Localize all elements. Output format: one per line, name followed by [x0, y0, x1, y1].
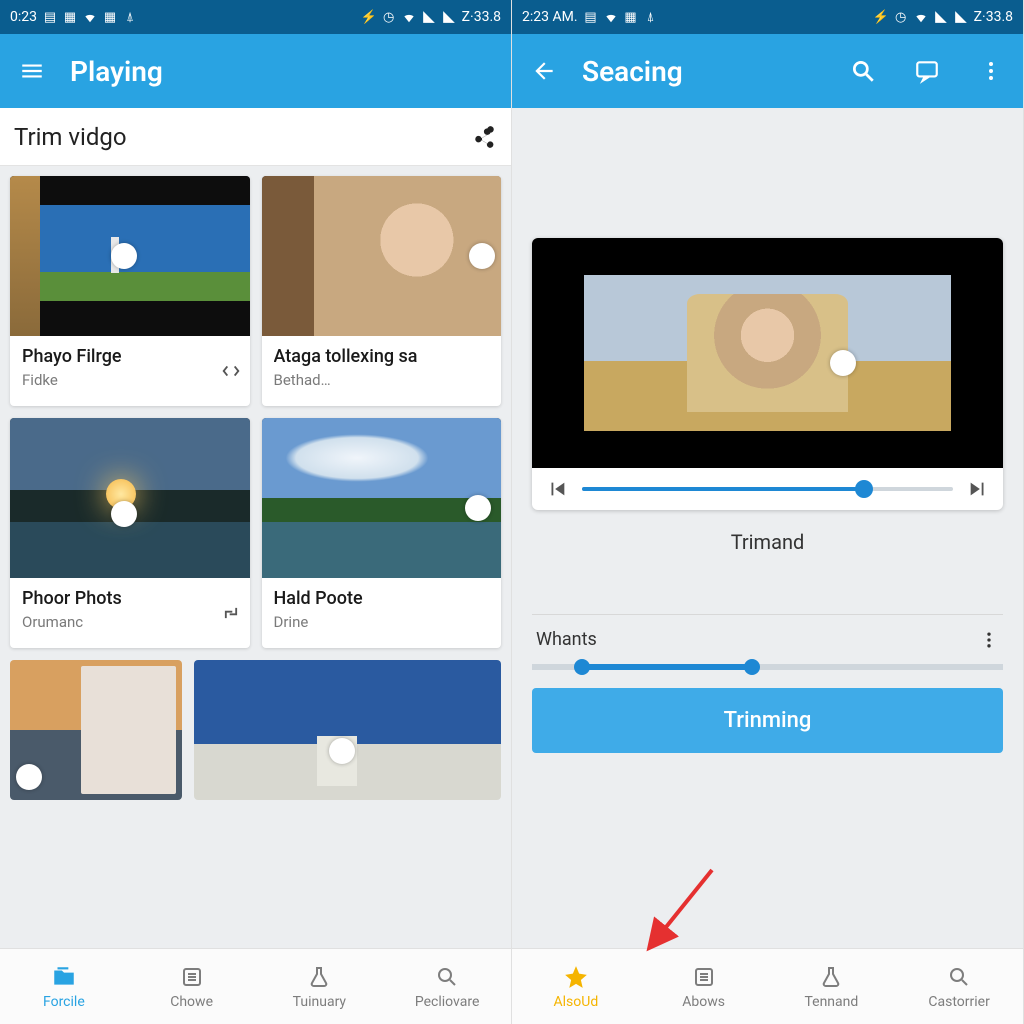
status-icon: ▤	[584, 10, 598, 24]
battery-label: Z·33.8	[462, 9, 501, 25]
app-title: Seacing	[582, 55, 683, 88]
nav-tab-forcile[interactable]: Forcile	[0, 949, 128, 1024]
section-title: Trim vidgo	[14, 123, 127, 151]
trimming-button[interactable]: Trinming	[532, 688, 1003, 753]
video-card[interactable]: Phoor Phots Orumanc	[10, 418, 250, 648]
status-icon: ▤	[43, 10, 57, 24]
list-icon	[179, 964, 205, 990]
more-vert-icon[interactable]	[977, 57, 1005, 85]
step-back-icon[interactable]	[546, 478, 568, 500]
nav-tab-castorrier[interactable]: Castorrier	[895, 949, 1023, 1024]
bolt-icon: ⚡	[362, 10, 376, 24]
nav-label: Tennand	[804, 994, 858, 1010]
video-thumbnail	[10, 418, 250, 578]
app-title: Playing	[70, 55, 163, 88]
video-title: Ataga tollexing sa	[274, 346, 490, 367]
editor-area: Trimand Whants Trinming	[512, 108, 1023, 948]
video-preview-card	[532, 238, 1003, 510]
status-icon: ⍋	[644, 10, 658, 24]
search-icon	[434, 964, 460, 990]
video-subtitle: Drine	[274, 613, 490, 631]
hamburger-icon[interactable]	[18, 57, 46, 85]
flask-icon	[818, 964, 844, 990]
search-icon[interactable]	[849, 57, 877, 85]
star-icon	[563, 964, 589, 990]
bolt-icon: ⚡	[874, 10, 888, 24]
app-bar: Seacing	[512, 34, 1023, 108]
nav-label: Chowe	[170, 994, 213, 1010]
bottom-nav: AlsoUd Abows Tennand Castorrier	[512, 948, 1023, 1024]
video-card[interactable]: Phayo Filrge Fidke	[10, 176, 250, 406]
video-thumbnail	[10, 176, 250, 336]
signal-icon	[422, 10, 436, 24]
folder-icon	[51, 964, 77, 990]
video-subtitle: Bethad…	[274, 371, 490, 389]
option-label: Whants	[536, 629, 597, 650]
nav-label: Abows	[682, 994, 725, 1010]
nav-label: Forcile	[43, 994, 85, 1010]
comment-icon[interactable]	[913, 57, 941, 85]
expand-icon[interactable]	[220, 602, 242, 624]
screen-playing: 0:23 ▤ ▦ ▦ ⍋ ⚡ ◷ Z·33.8	[0, 0, 512, 1024]
video-subtitle: Orumanc	[22, 613, 238, 631]
video-subtitle: Fidke	[22, 371, 238, 389]
video-thumbnail[interactable]	[194, 660, 501, 800]
video-list: Phayo Filrge Fidke Ataga tollexing sa Be…	[0, 166, 511, 948]
status-icon: ▦	[624, 10, 638, 24]
nav-tab-abows[interactable]: Abows	[640, 949, 768, 1024]
wifi-icon	[914, 10, 928, 24]
nav-tab-tuinuary[interactable]: Tuinuary	[256, 949, 384, 1024]
search-icon	[946, 964, 972, 990]
section-header: Trim vidgo	[0, 108, 511, 166]
playback-controls	[532, 468, 1003, 510]
video-title: Phoor Phots	[22, 588, 238, 609]
trim-label: Trimand	[532, 530, 1003, 554]
video-thumbnail[interactable]	[10, 660, 182, 800]
video-thumbnail	[262, 176, 502, 336]
trim-range-slider[interactable]	[532, 664, 1003, 670]
option-row: Whants	[532, 614, 1003, 670]
status-icon: ▦	[63, 10, 77, 24]
status-time: 0:23	[10, 9, 37, 25]
status-icon: ▦	[103, 10, 117, 24]
battery-label: Z·33.8	[974, 9, 1013, 25]
step-forward-icon[interactable]	[967, 478, 989, 500]
video-preview[interactable]	[532, 238, 1003, 468]
nav-label: Tuinuary	[293, 994, 346, 1010]
app-bar: Playing	[0, 34, 511, 108]
more-vert-icon[interactable]	[979, 630, 999, 650]
nav-label: AlsoUd	[554, 994, 599, 1010]
wifi-icon	[402, 10, 416, 24]
status-bar: 0:23 ▤ ▦ ▦ ⍋ ⚡ ◷ Z·33.8	[0, 0, 511, 34]
video-card[interactable]: Ataga tollexing sa Bethad…	[262, 176, 502, 406]
signal-icon	[442, 10, 456, 24]
video-card[interactable]: Hald Poote Drine	[262, 418, 502, 648]
nav-tab-tennand[interactable]: Tennand	[768, 949, 896, 1024]
signal-icon	[934, 10, 948, 24]
screen-seacing: 2:23 AM. ▤ ▦ ⍋ ⚡ ◷ Z·33.8 Sea	[512, 0, 1024, 1024]
video-title: Phayo Filrge	[22, 346, 238, 367]
nav-tab-pecliovare[interactable]: Pecliovare	[383, 949, 511, 1024]
back-icon[interactable]	[530, 57, 558, 85]
nav-tab-chowe[interactable]: Chowe	[128, 949, 256, 1024]
video-thumbnail	[262, 418, 502, 578]
status-bar: 2:23 AM. ▤ ▦ ⍋ ⚡ ◷ Z·33.8	[512, 0, 1023, 34]
nav-label: Pecliovare	[415, 994, 480, 1010]
clock-icon: ◷	[894, 10, 908, 24]
list-icon	[691, 964, 717, 990]
wifi-icon	[604, 10, 618, 24]
status-icon: ⍋	[123, 10, 137, 24]
progress-slider[interactable]	[582, 487, 953, 491]
flask-icon	[306, 964, 332, 990]
video-title: Hald Poote	[274, 588, 490, 609]
expand-icon[interactable]	[220, 360, 242, 382]
wifi-icon	[83, 10, 97, 24]
share-icon[interactable]	[471, 124, 497, 150]
status-time: 2:23 AM.	[522, 9, 578, 25]
bottom-nav: Forcile Chowe Tuinuary Pecliovare	[0, 948, 511, 1024]
clock-icon: ◷	[382, 10, 396, 24]
nav-tab-alsoud[interactable]: AlsoUd	[512, 949, 640, 1024]
nav-label: Castorrier	[928, 994, 989, 1010]
signal-icon	[954, 10, 968, 24]
